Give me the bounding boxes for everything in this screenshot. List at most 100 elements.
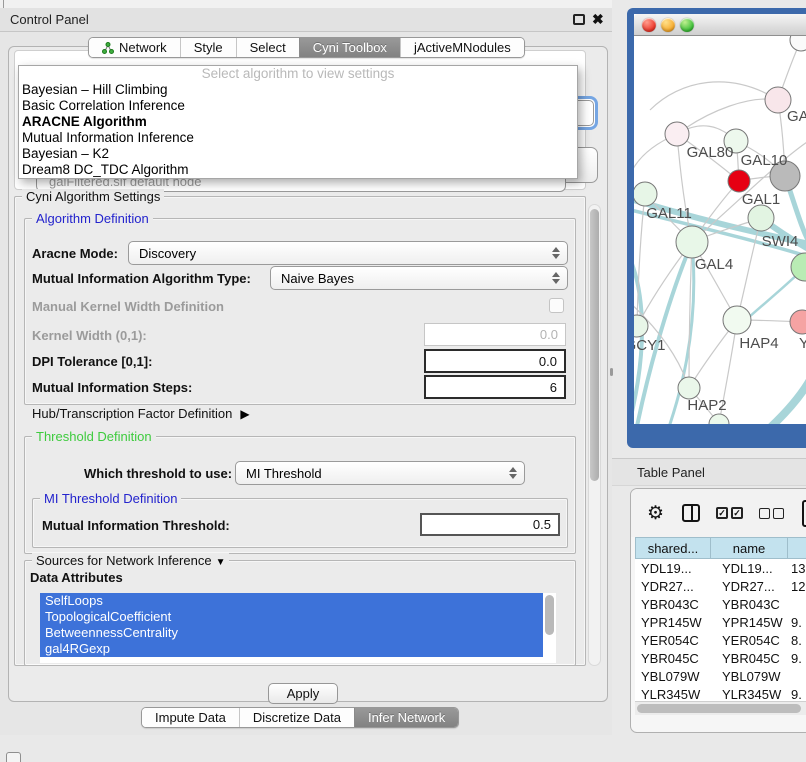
- close-icon[interactable]: ✖: [592, 11, 604, 28]
- column-header-name[interactable]: name: [711, 537, 788, 559]
- which-threshold-select[interactable]: MI Threshold: [235, 461, 525, 485]
- unchecked-checkbox-icon: [773, 508, 784, 519]
- deselect-all-columns-icon[interactable]: [759, 508, 784, 519]
- top-strip: [0, 0, 612, 8]
- mi-threshold-input[interactable]: 0.5: [420, 513, 560, 536]
- dropdown-option-bayesian-k2[interactable]: Bayesian – K2: [19, 146, 577, 162]
- table-toolbar: ⚙ ✓ ✓: [631, 489, 806, 537]
- aracne-mode-select[interactable]: Discovery: [128, 241, 568, 265]
- tab-style[interactable]: Style: [180, 38, 236, 57]
- split-columns-icon[interactable]: [682, 504, 700, 522]
- node-swi4[interactable]: [748, 205, 774, 231]
- tab-cyni-toolbox[interactable]: Cyni Toolbox: [299, 38, 400, 57]
- data-attributes-list: SelfLoops TopologicalCoefficient Between…: [40, 593, 556, 663]
- tab-select[interactable]: Select: [236, 38, 299, 57]
- node-gal80[interactable]: [665, 122, 689, 146]
- node-table: shared... name YDL19...YDL19...13 YDR27.…: [635, 537, 806, 701]
- sources-title[interactable]: Sources for Network Inference▼: [32, 553, 229, 568]
- mi-steps-input[interactable]: 6: [424, 375, 566, 399]
- hub-transcription-factor-section[interactable]: Hub/Transcription Factor Definition ▶: [32, 406, 250, 421]
- expanded-arrow-icon: ▼: [216, 557, 226, 568]
- tab-impute-data[interactable]: Impute Data: [142, 708, 239, 727]
- tab-discretize-data[interactable]: Discretize Data: [239, 708, 354, 727]
- checked-checkbox-icon: ✓: [731, 507, 743, 519]
- settings-scrollbar[interactable]: [588, 204, 601, 666]
- mi-algorithm-type-select[interactable]: Naive Bayes: [270, 266, 568, 290]
- tab-jactivemnodules[interactable]: jActiveMNodules: [400, 38, 524, 57]
- column-header-partial[interactable]: [788, 537, 806, 559]
- node-labels: GAL GAL80 GAL10 GAL1 GAL11 SWI4 GAL4 GCY…: [634, 108, 806, 414]
- dpi-tolerance-label: DPI Tolerance [0,1]:: [32, 354, 152, 369]
- document-icon[interactable]: [802, 500, 806, 527]
- table-row[interactable]: YBR043CYBR043C: [635, 595, 806, 613]
- node-pink-right[interactable]: [790, 310, 806, 334]
- partial-bottom-left-icon[interactable]: [6, 752, 21, 762]
- tab-network[interactable]: Network: [89, 38, 180, 57]
- kernel-width-input[interactable]: 0.0: [424, 323, 566, 346]
- mi-threshold-definition-title: MI Threshold Definition: [40, 491, 181, 506]
- minimize-traffic-light[interactable]: [661, 18, 675, 32]
- settings-scrollbar-thumb[interactable]: [590, 209, 599, 481]
- tab-infer-network[interactable]: Infer Network: [354, 708, 458, 727]
- node-hap4[interactable]: [723, 306, 751, 334]
- close-traffic-light[interactable]: [642, 18, 656, 32]
- checked-checkbox-icon: ✓: [716, 507, 728, 519]
- hub-transcription-factor-label: Hub/Transcription Factor Definition: [32, 406, 232, 421]
- table-horizontal-scrollbar[interactable]: [635, 701, 806, 715]
- control-panel-title: Control Panel: [10, 12, 89, 27]
- list-item-betweennesscentrality[interactable]: BetweennessCentrality: [40, 625, 543, 641]
- table-row[interactable]: YPR145WYPR145W9.: [635, 613, 806, 631]
- dropdown-option-mutual-information[interactable]: Mutual Information Inference: [19, 130, 577, 146]
- table-scrollbar-thumb[interactable]: [637, 704, 801, 713]
- dropdown-option-dream8[interactable]: Dream8 DC_TDC Algorithm: [19, 162, 577, 178]
- table-row[interactable]: YER054CYER054C8.: [635, 631, 806, 649]
- table-panel: ⚙ ✓ ✓ shared... name YDL19...YDL19...13 …: [630, 488, 806, 733]
- table-row[interactable]: YDR27...YDR27...12: [635, 577, 806, 595]
- control-panel: Control Panel ✖ Network Style Select Cyn…: [0, 8, 612, 735]
- table-row[interactable]: YBR045CYBR045C9.: [635, 649, 806, 667]
- aracne-mode-label: Aracne Mode:: [32, 246, 118, 261]
- dropdown-option-aracne[interactable]: ARACNE Algorithm: [19, 114, 577, 130]
- node-label: GAL10: [741, 152, 788, 169]
- dropdown-option-bayesian-hill-climbing[interactable]: Bayesian – Hill Climbing: [19, 82, 577, 98]
- node-gal1[interactable]: [728, 170, 750, 192]
- float-window-icon[interactable]: [573, 14, 585, 25]
- node-hap2[interactable]: [678, 377, 700, 399]
- manual-kernel-width-checkbox[interactable]: [549, 298, 564, 313]
- network-icon: [102, 42, 114, 54]
- apply-button[interactable]: Apply: [268, 683, 338, 704]
- node-label: GAL80: [687, 144, 734, 161]
- cyni-bottom-tabs: Impute Data Discretize Data Infer Networ…: [141, 707, 459, 728]
- mi-steps-label: Mutual Information Steps:: [32, 380, 192, 395]
- gear-icon[interactable]: ⚙: [647, 504, 664, 523]
- panel-divider-handle[interactable]: [610, 368, 613, 376]
- node-label: SWI4: [762, 233, 799, 250]
- node-label: GAL11: [646, 205, 692, 222]
- table-header-row: shared... name: [635, 537, 806, 559]
- table-row[interactable]: YLR345WYLR345W9.: [635, 685, 806, 701]
- kernel-width-label: Kernel Width (0,1):: [32, 328, 147, 343]
- node-label: GAL4: [695, 256, 733, 273]
- dropdown-option-basic-correlation[interactable]: Basic Correlation Inference: [19, 98, 577, 114]
- zoom-traffic-light[interactable]: [680, 18, 694, 32]
- dpi-tolerance-input[interactable]: 0.0: [424, 349, 566, 373]
- node-label: GAL1: [742, 191, 780, 208]
- table-panel-header: Table Panel: [612, 458, 806, 486]
- table-row[interactable]: YDL19...YDL19...13: [635, 559, 806, 577]
- network-window-titlebar[interactable]: [634, 14, 806, 36]
- select-all-columns-icon[interactable]: ✓ ✓: [716, 507, 743, 519]
- node-gal11[interactable]: [634, 182, 657, 206]
- list-item-selfloops[interactable]: SelfLoops: [40, 593, 543, 609]
- stepper-arrows-icon: [509, 467, 517, 479]
- node-partial-top[interactable]: [790, 36, 806, 51]
- node-label: HAP4: [739, 335, 778, 352]
- network-canvas[interactable]: GAL GAL80 GAL10 GAL1 GAL11 SWI4 GAL4 GCY…: [634, 36, 806, 424]
- control-panel-tabs: Network Style Select Cyni Toolbox jActiv…: [88, 37, 525, 58]
- list-item-gal4rgexp[interactable]: gal4RGexp: [40, 641, 543, 657]
- list-item-topologicalcoefficient[interactable]: TopologicalCoefficient: [40, 609, 543, 625]
- control-panel-header: Control Panel: [0, 8, 612, 32]
- node-gal4[interactable]: [676, 226, 708, 258]
- column-header-shared-name[interactable]: shared...: [635, 537, 711, 559]
- table-row[interactable]: YBL079WYBL079W: [635, 667, 806, 685]
- list-scrollbar-thumb[interactable]: [545, 595, 554, 635]
